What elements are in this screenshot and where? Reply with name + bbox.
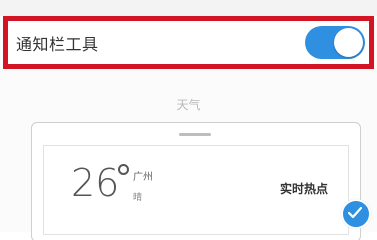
selected-check-icon	[341, 199, 371, 229]
top-divider	[0, 0, 377, 16]
city-name: 广州	[133, 172, 153, 183]
drag-handle	[179, 133, 211, 136]
weather-style-preview-card[interactable]: 26 广州 晴 实时热点	[31, 122, 361, 240]
notification-toolbar-setting-row[interactable]: 通知栏工具	[3, 16, 374, 69]
settings-page: 通知栏工具 天气 26 广州 晴 实时热点	[0, 0, 377, 240]
weather-widget-preview: 26 广州 晴 实时热点	[43, 145, 349, 235]
hot-news-label: 实时热点	[280, 182, 329, 196]
weather-condition: 晴	[133, 193, 143, 203]
temperature-value: 26	[71, 161, 120, 205]
section-caption-weather: 天气	[176, 98, 201, 112]
degree-symbol-icon	[118, 164, 129, 175]
notification-toolbar-toggle[interactable]	[305, 26, 365, 59]
notification-toolbar-label: 通知栏工具	[16, 35, 99, 54]
toggle-knob	[334, 28, 363, 57]
